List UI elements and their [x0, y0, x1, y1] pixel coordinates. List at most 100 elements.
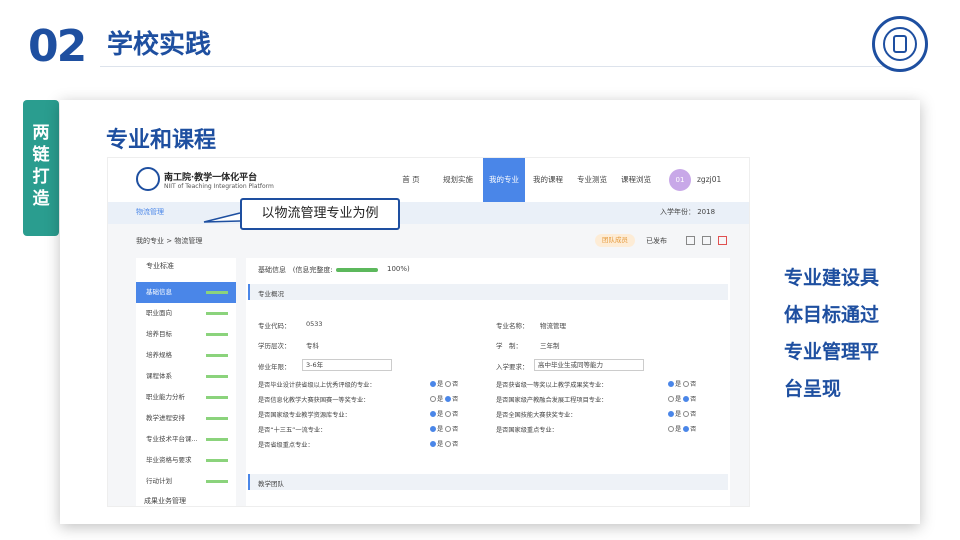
breadcrumb[interactable]: 我的专业 > 物流管理 — [136, 236, 202, 246]
level-value: 专科 — [306, 342, 319, 350]
nav-home[interactable]: 首 页 — [400, 158, 422, 202]
requirement-field[interactable]: 高中毕业生或同等能力 — [534, 359, 644, 371]
radio-yes-label: 是 — [675, 426, 682, 433]
radio-yes[interactable] — [668, 381, 674, 387]
progress-bar — [206, 417, 228, 420]
progress-bar — [206, 291, 228, 294]
left-nav-header[interactable]: 专业标准 — [136, 261, 236, 271]
export-icon[interactable] — [686, 236, 695, 245]
notify-icon[interactable] — [718, 236, 727, 245]
radio-no-label: 否 — [690, 396, 697, 403]
app-name: 南工院·教学一体化平台 — [164, 173, 258, 183]
radio-no-label: 否 — [690, 381, 697, 388]
left-nav-item[interactable]: 培养目标 — [136, 324, 236, 345]
radio-yes[interactable] — [668, 396, 674, 402]
major-name-value: 物流管理 — [540, 322, 566, 330]
radio-group[interactable]: 是 否 — [668, 424, 696, 433]
nav-my-courses[interactable]: 我的课程 — [528, 158, 568, 202]
radio-no[interactable] — [445, 381, 452, 387]
side-tag-char: 打 — [32, 167, 50, 187]
question-text: 是否国家级产教融合发展工程项目专业： — [496, 397, 608, 404]
left-nav-item[interactable]: 行动计划 — [136, 471, 236, 492]
radio-no-label: 否 — [452, 396, 459, 403]
radio-group[interactable]: 是 否 — [430, 439, 458, 448]
radio-yes[interactable] — [430, 441, 436, 447]
username[interactable]: zgzj01 — [697, 175, 721, 184]
radio-no[interactable] — [445, 441, 452, 447]
radio-group[interactable]: 是 否 — [430, 424, 458, 433]
left-nav-label: 行动计划 — [146, 477, 172, 485]
header-divider — [100, 66, 890, 67]
radio-yes-label: 是 — [437, 396, 444, 403]
left-nav-item[interactable]: 职业面向 — [136, 303, 236, 324]
level-label: 学历层次： — [258, 342, 291, 350]
radio-no[interactable] — [445, 411, 452, 417]
progress-bar — [206, 333, 228, 336]
avatar[interactable]: 01 — [669, 169, 691, 191]
radio-no[interactable] — [683, 426, 690, 432]
question-text: 是否国家级重点专业： — [496, 427, 558, 434]
publish-status[interactable]: 已发布 — [646, 236, 667, 246]
left-nav-item[interactable]: 毕业资格与要求 — [136, 450, 236, 471]
side-tag-char: 造 — [32, 189, 50, 209]
radio-yes[interactable] — [668, 411, 674, 417]
system-label: 学 制： — [496, 342, 522, 350]
left-nav-label: 基础信息 — [146, 288, 172, 296]
question-text: 是否省级重点专业： — [258, 442, 314, 449]
left-nav-item[interactable]: 职业能力分析 — [136, 387, 236, 408]
panel-title: 专业和课程 — [106, 128, 217, 153]
left-nav-item[interactable]: 基础信息 — [136, 282, 236, 303]
callout-box: 以物流管理专业为例 — [240, 198, 400, 230]
compare-icon[interactable] — [702, 236, 711, 245]
nav-my-major[interactable]: 我的专业 — [483, 158, 525, 202]
section-number: 02 — [28, 21, 87, 72]
radio-yes[interactable] — [430, 381, 436, 387]
left-nav-item[interactable]: 培养规格 — [136, 345, 236, 366]
radio-group[interactable]: 是 否 — [668, 379, 696, 388]
left-nav-item[interactable]: 教学进程安排 — [136, 408, 236, 429]
current-major[interactable]: 物流管理 — [136, 207, 164, 217]
left-nav-footer[interactable]: 成果业务管理 — [144, 496, 186, 506]
system-value: 三年制 — [540, 342, 560, 350]
section-title: 教学团队 — [258, 480, 284, 488]
radio-yes-label: 是 — [437, 381, 444, 388]
radio-yes[interactable] — [430, 426, 436, 432]
progress-bar — [206, 438, 228, 441]
radio-yes-label: 是 — [437, 441, 444, 448]
slide-title: 学校实践 — [107, 30, 212, 60]
nav-planning[interactable]: 规划实施 — [438, 158, 478, 202]
progress-bar — [206, 459, 228, 462]
radio-group[interactable]: 是 否 — [430, 409, 458, 418]
section-header — [248, 474, 728, 490]
nav-course-browse[interactable]: 课程浏览 — [616, 158, 656, 202]
radio-no[interactable] — [683, 396, 690, 402]
left-nav-label: 培养规格 — [146, 351, 172, 359]
radio-group[interactable]: 是 否 — [430, 379, 458, 388]
radio-yes[interactable] — [430, 396, 436, 402]
left-nav-label: 职业面向 — [146, 309, 172, 317]
side-tag-char: 链 — [32, 145, 50, 165]
side-tag-char: 两 — [32, 123, 50, 143]
app-logo-icon[interactable] — [136, 167, 160, 191]
radio-group[interactable]: 是 否 — [668, 394, 696, 403]
years-label: 修业年限： — [258, 363, 291, 371]
radio-group[interactable]: 是 否 — [668, 409, 696, 418]
nav-major-browse[interactable]: 专业测览 — [572, 158, 612, 202]
left-nav-item[interactable]: 专业技术平台课... — [136, 429, 236, 450]
team-members-button[interactable]: 团队成员 — [595, 234, 635, 247]
description-line: 专业管理平 — [784, 341, 880, 363]
radio-yes[interactable] — [668, 426, 674, 432]
left-nav-item[interactable]: 课程体系 — [136, 366, 236, 387]
years-field[interactable]: 3-6年 — [302, 359, 392, 371]
radio-yes[interactable] — [430, 411, 436, 417]
radio-no-label: 否 — [452, 441, 459, 448]
radio-no-label: 否 — [690, 411, 697, 418]
radio-no[interactable] — [445, 426, 452, 432]
radio-no[interactable] — [445, 396, 452, 402]
radio-no[interactable] — [683, 411, 690, 417]
radio-yes-label: 是 — [675, 396, 682, 403]
enroll-year-select[interactable]: 入学年份： 2018 — [660, 207, 715, 217]
radio-group[interactable]: 是 否 — [430, 394, 458, 403]
radio-no[interactable] — [683, 381, 690, 387]
requirement-label: 入学要求： — [496, 363, 529, 371]
